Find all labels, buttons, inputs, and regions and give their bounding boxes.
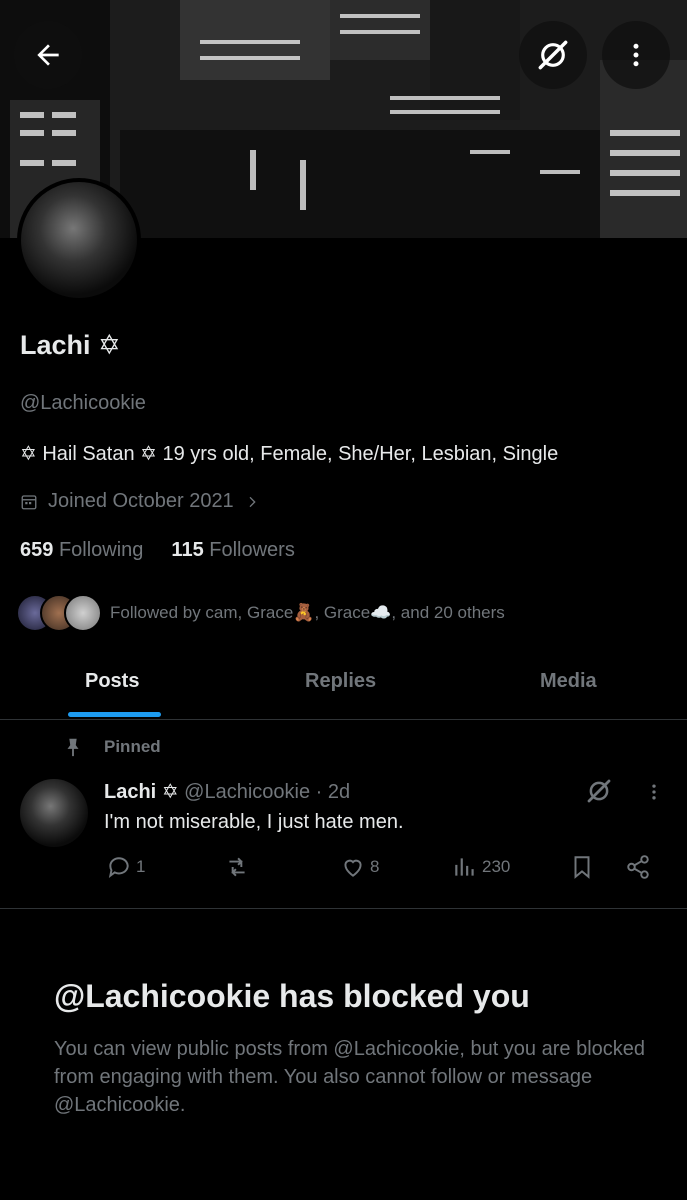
divider: [0, 908, 687, 909]
active-tab-indicator: [68, 712, 161, 717]
more-vertical-icon: [652, 784, 656, 800]
followers-link[interactable]: 115 Followers: [171, 539, 294, 562]
follower-avatar: [64, 594, 102, 632]
grok-icon: [538, 40, 568, 70]
post-more-button[interactable]: [644, 778, 664, 811]
profile-tabs: Posts Replies Media: [0, 660, 687, 720]
tab-posts[interactable]: Posts: [85, 670, 139, 693]
joined-date[interactable]: Joined October 2021: [20, 490, 260, 513]
bookmark-button[interactable]: [569, 854, 595, 880]
analytics-icon: [455, 858, 474, 876]
followers-count: 115: [171, 539, 204, 561]
back-button[interactable]: [14, 21, 82, 89]
views-button[interactable]: 230: [452, 854, 510, 880]
heart-icon: [344, 859, 362, 877]
more-options-button[interactable]: [602, 21, 670, 89]
pin-icon: [67, 738, 79, 757]
arrow-left-icon: [37, 44, 59, 66]
bookmark-icon: [574, 856, 590, 879]
profile-bio: ✡ Hail Satan ✡ 19 yrs old, Female, She/H…: [20, 443, 559, 465]
post-author-glyph: ✡: [161, 781, 179, 803]
following-label: Following: [58, 539, 144, 561]
profile-handle: @Lachicookie: [20, 392, 146, 414]
post-author-avatar[interactable]: [20, 779, 88, 847]
calendar-icon: [21, 494, 37, 509]
name-glyph: ✡: [98, 330, 121, 360]
joined-text: Joined October 2021: [48, 490, 234, 512]
followed-by[interactable]: Followed by cam, Grace🧸, Grace☁️, and 20…: [16, 592, 505, 634]
reply-button[interactable]: 1: [106, 854, 145, 880]
chevron-right-icon: [249, 496, 256, 507]
view-count: 230: [482, 857, 511, 876]
blocked-title: @Lachicookie has blocked you: [54, 978, 530, 1014]
blocked-message: You can view public posts from @Lachicoo…: [54, 1038, 646, 1116]
profile-name-text: Lachi: [20, 330, 91, 360]
profile-avatar[interactable]: [17, 178, 141, 302]
post-author-handle[interactable]: @Lachicookie: [184, 781, 310, 803]
followed-by-text: Followed by cam, Grace🧸, Grace☁️, and 20…: [110, 603, 505, 622]
post-author-name[interactable]: Lachi: [104, 781, 156, 803]
grok-button[interactable]: [519, 21, 587, 89]
post-text[interactable]: I'm not miserable, I just hate men.: [104, 811, 404, 834]
share-button[interactable]: [625, 854, 651, 880]
repost-button[interactable]: [222, 854, 256, 880]
repost-icon: [229, 857, 245, 877]
tab-replies[interactable]: Replies: [305, 670, 376, 693]
tab-media[interactable]: Media: [540, 670, 597, 693]
like-button[interactable]: 8: [340, 854, 379, 880]
reply-icon: [108, 857, 129, 878]
more-vertical-icon: [633, 43, 639, 67]
following-count: 659: [20, 539, 54, 561]
following-link[interactable]: 659 Following: [20, 539, 143, 562]
share-icon: [627, 855, 649, 879]
post-grok-button[interactable]: [584, 776, 614, 811]
pinned-text: Pinned: [104, 737, 161, 756]
post-actions: 1 8 230: [0, 854, 687, 888]
post-header: Lachi ✡ @Lachicookie · 2d: [104, 779, 350, 804]
grok-icon: [587, 779, 611, 803]
reply-count: 1: [136, 857, 146, 876]
followers-label: Followers: [209, 539, 295, 561]
follow-stats: 659 Following 115 Followers: [20, 539, 295, 562]
like-count: 8: [370, 857, 380, 876]
pinned-label: Pinned: [62, 736, 161, 758]
profile-name: Lachi ✡: [20, 330, 121, 361]
post-time[interactable]: · 2d: [316, 781, 350, 803]
